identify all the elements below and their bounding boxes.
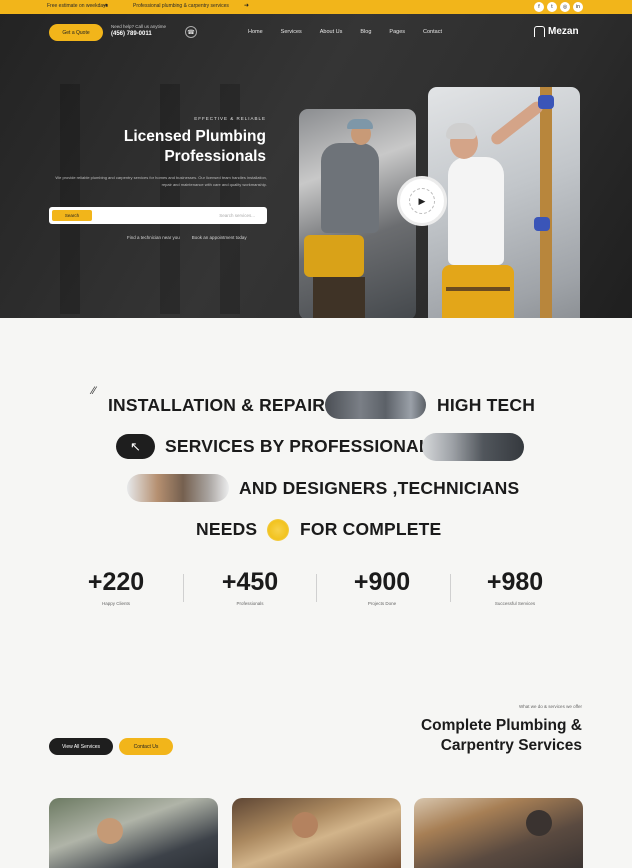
topbar-note-middle: Professional plumbing & carpentry servic… (133, 3, 229, 9)
nav-link-contact[interactable]: Contact (423, 29, 442, 35)
hero-eyebrow: EFFECTIVE & RELIABLE (194, 116, 266, 121)
worker-head (292, 812, 318, 838)
section-eyebrow: What we do & services we offer (519, 704, 582, 709)
view-services-button[interactable]: View All Services (49, 738, 113, 755)
tools-image-pill (325, 391, 426, 419)
worker-figure (448, 157, 504, 265)
phone-icon: ☎ (185, 26, 197, 38)
worker-cap (347, 119, 373, 129)
worker-legs (313, 277, 365, 318)
tool-belt (442, 265, 514, 318)
instagram-icon[interactable]: ◎ (560, 2, 570, 12)
worker-figure (321, 143, 379, 233)
stat-label: Successful Services (494, 601, 536, 606)
plumber-photo-right (428, 87, 580, 318)
stat-value: +220 (87, 568, 145, 596)
stat-label: Projects Done (367, 601, 397, 606)
stat-happy-clients: +220 Happy Clients (61, 568, 171, 606)
sparkle-icon: ⁄⁄ (92, 385, 96, 397)
nav-links: Home Services About Us Blog Pages Contac… (248, 29, 442, 35)
nav-link-pages[interactable]: Pages (389, 29, 405, 35)
stat-divider (316, 574, 317, 602)
arrow-right-icon: ➜ (244, 3, 250, 9)
arrow-up-left-icon[interactable]: ↖ (116, 434, 155, 459)
service-card[interactable] (49, 798, 218, 868)
plumber-photo-left (299, 109, 416, 318)
services-word-professional: SERVICES BY PROFESSIONAL (165, 436, 430, 456)
main-nav: Get a Quote Need help? Call us anytime (… (0, 14, 632, 50)
stat-label: Happy Clients (101, 601, 130, 606)
hero-section: Get a Quote Need help? Call us anytime (… (0, 14, 632, 318)
stat-divider (183, 574, 184, 602)
stat-services: +980 Successful Services (460, 568, 570, 606)
logo-mark-icon (534, 26, 545, 37)
service-card[interactable] (232, 798, 401, 868)
contact-button[interactable]: Contact Us (119, 738, 173, 755)
stat-professionals: +450 Professionals (195, 568, 305, 606)
workers-image-pill (422, 433, 524, 461)
service-card[interactable] (414, 798, 583, 868)
call-info: Need help? Call us anytime (456) 789-001… (111, 24, 197, 38)
nav-link-about[interactable]: About Us (320, 29, 343, 35)
stat-value: +450 (221, 568, 279, 596)
worker-hair (446, 123, 476, 139)
services-word-high-tech: HIGH TECH (437, 395, 536, 415)
call-label: Need help? Call us anytime (111, 24, 167, 29)
worker-arm (488, 99, 546, 147)
arrow-right-icon: ➜ (103, 3, 109, 9)
worker-head (97, 818, 123, 844)
services-word-designers: AND DESIGNERS ,TECHNICIANS (239, 478, 520, 498)
top-bar: Free estimate on weekdays ➜ Professional… (0, 0, 632, 14)
services-word-needs: NEEDS (196, 519, 258, 539)
facebook-icon[interactable]: f (534, 2, 544, 12)
hero-link-appointment[interactable]: Book an appointment today (192, 235, 247, 240)
nav-link-blog[interactable]: Blog (360, 29, 371, 35)
twitter-icon[interactable]: t (547, 2, 557, 12)
hero-link-technician[interactable]: Find a technician near you (127, 235, 180, 240)
belt-strap (446, 287, 510, 291)
nav-link-services[interactable]: Services (281, 29, 302, 35)
stat-value: +980 (486, 568, 544, 596)
services-word-complete: FOR COMPLETE (300, 519, 442, 539)
play-icon: ▶ (409, 188, 435, 214)
search-input[interactable]: Search services... (219, 213, 255, 218)
glove (534, 217, 550, 231)
play-video-button[interactable]: ▶ (397, 176, 447, 226)
stat-value: +900 (353, 568, 411, 596)
background-decor (60, 84, 80, 314)
stat-label: Professionals (236, 601, 264, 606)
craftsman-image-pill (127, 474, 229, 502)
topbar-note-left: Free estimate on weekdays (47, 3, 109, 9)
get-quote-button[interactable]: Get a Quote (49, 24, 103, 41)
hero-description: We provide reliable plumbing and carpent… (55, 175, 267, 187)
worker-head (526, 810, 552, 836)
glove (538, 95, 554, 109)
stat-projects: +900 Projects Done (327, 568, 437, 606)
sun-icon (267, 519, 289, 541)
search-button[interactable]: Search (52, 210, 92, 221)
pipe (540, 87, 552, 318)
logo[interactable]: Mezan (534, 26, 579, 37)
tool-belt (304, 235, 364, 277)
hero-title: Licensed Plumbing Professionals (123, 128, 266, 165)
linkedin-icon[interactable]: in (573, 2, 583, 12)
services-word-installation: INSTALLATION & REPAIR (108, 395, 326, 415)
call-number[interactable]: (456) 789-0011 (111, 31, 166, 37)
stat-divider (450, 574, 451, 602)
social-links: f t ◎ in (534, 2, 583, 12)
hero-links: Find a technician near you Book an appoi… (127, 235, 247, 240)
nav-link-home[interactable]: Home (248, 29, 263, 35)
hero-search-bar: Search Search services... (49, 207, 267, 224)
section-title: Complete Plumbing & Carpentry Services (420, 717, 582, 754)
logo-text: Mezan (548, 26, 579, 37)
